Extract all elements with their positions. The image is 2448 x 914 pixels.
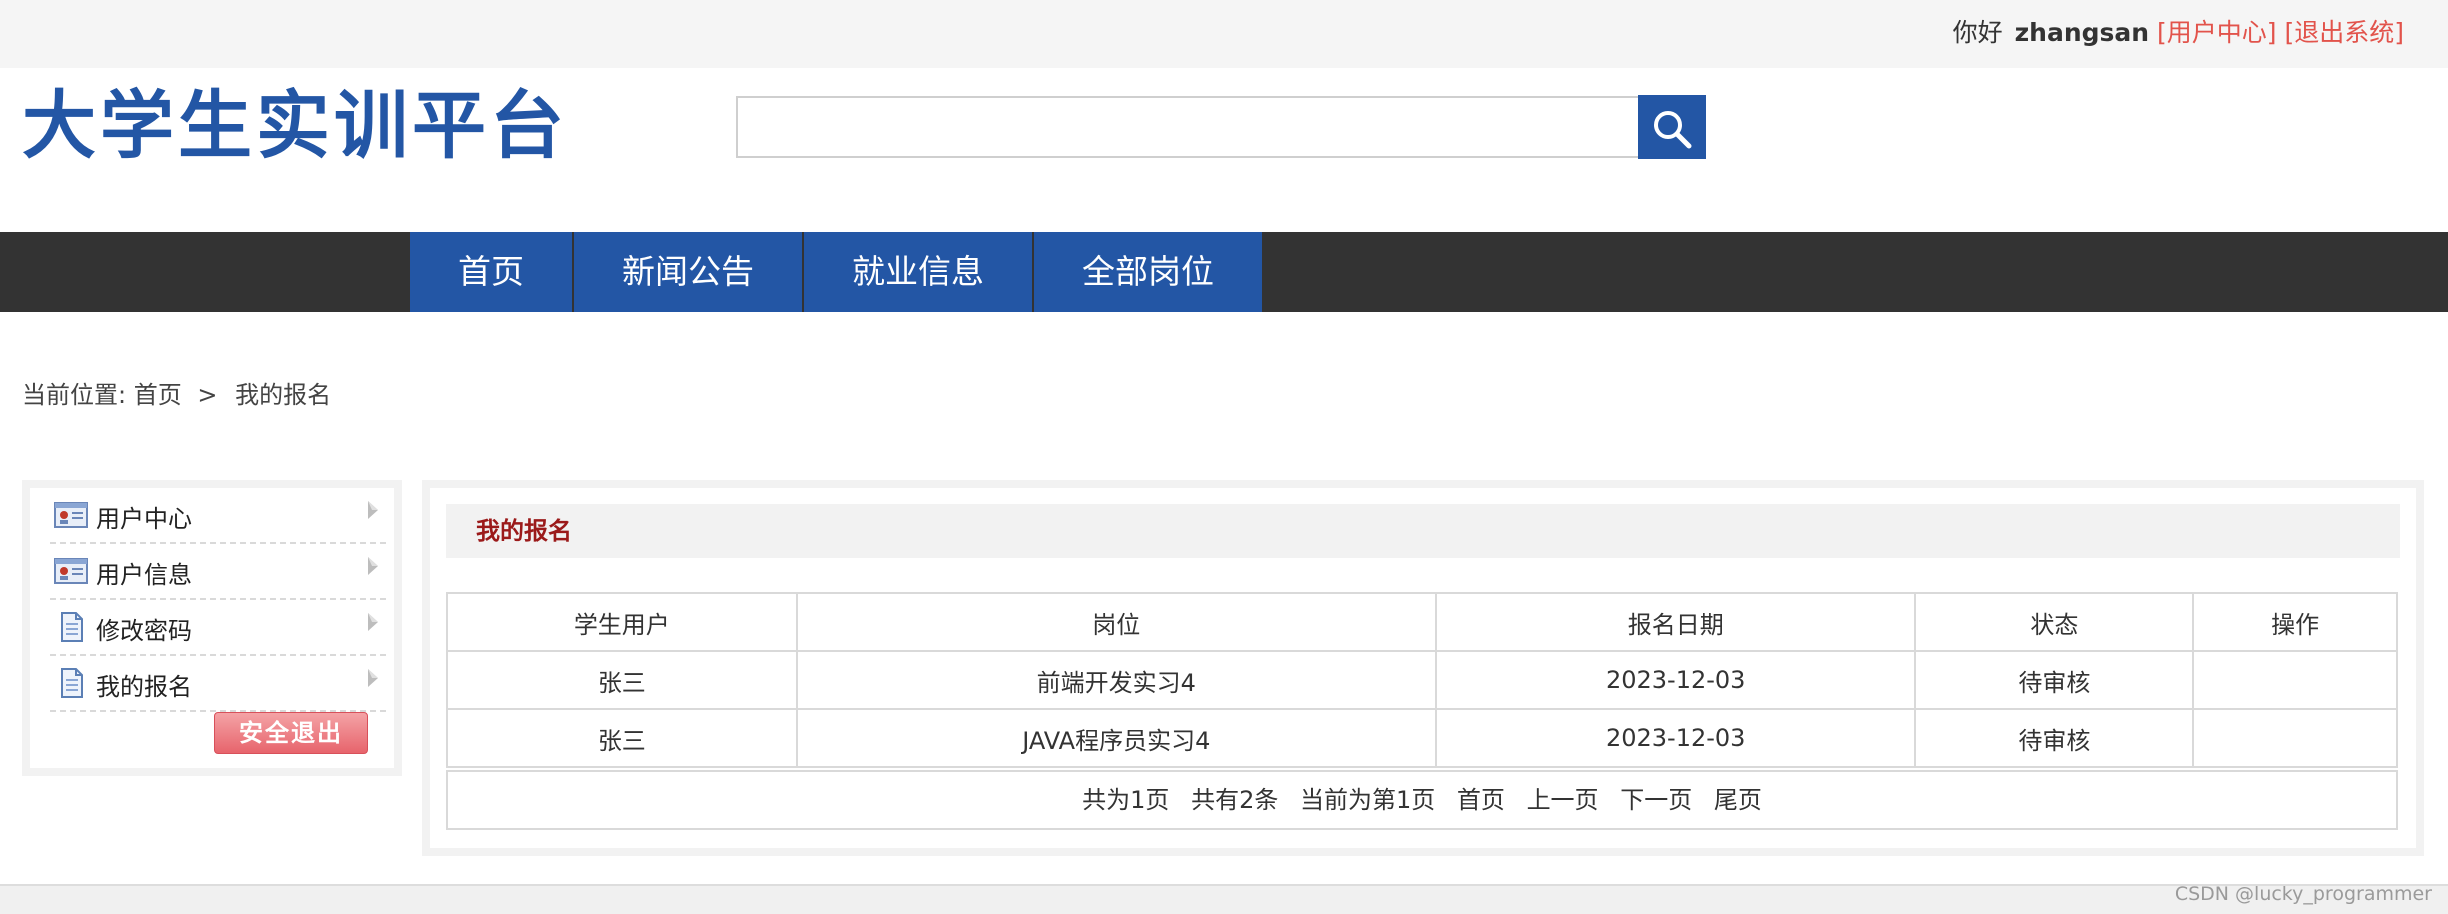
- pager-current-page: 当前为第1页: [1300, 786, 1436, 814]
- document-icon: [61, 612, 83, 642]
- cell-student: 张三: [446, 708, 798, 768]
- nav-item-all-positions[interactable]: 全部岗位: [1034, 232, 1262, 312]
- column-header-actions: 操作: [2192, 592, 2398, 652]
- pager-last-link[interactable]: 尾页: [1714, 786, 1762, 814]
- sidebar-item-label: 用户中心: [96, 505, 192, 533]
- panel-header: 我的报名: [446, 504, 2400, 558]
- nav-item-jobs-info[interactable]: 就业信息: [804, 232, 1032, 312]
- user-center-link[interactable]: [用户中心]: [2157, 18, 2277, 47]
- sidebar-item-change-password[interactable]: 修改密码: [50, 600, 386, 656]
- cell-actions: [2192, 650, 2398, 710]
- column-header-position: 岗位: [795, 592, 1437, 652]
- document-icon: [61, 668, 83, 698]
- breadcrumb: 当前位置: 首页 > 我的报名: [22, 378, 331, 412]
- id-card-icon: [54, 502, 88, 528]
- safe-logout-button[interactable]: 安全退出: [214, 712, 368, 754]
- search-button[interactable]: [1638, 95, 1706, 159]
- column-header-date: 报名日期: [1434, 592, 1917, 652]
- footer-strip: [0, 884, 2448, 914]
- breadcrumb-current: 我的报名: [235, 381, 332, 409]
- user-status: 你好 zhangsan [用户中心] [退出系统]: [1953, 16, 2404, 50]
- sidebar-item-label: 用户信息: [96, 561, 192, 589]
- sidebar-item-my-applications[interactable]: 我的报名: [50, 656, 386, 712]
- cell-date: 2023-12-03: [1434, 708, 1917, 768]
- cell-actions: [2192, 708, 2398, 768]
- pager-first-link[interactable]: 首页: [1457, 786, 1505, 814]
- search-input[interactable]: [736, 96, 1640, 158]
- id-card-icon: [54, 558, 88, 584]
- search-icon: [1654, 111, 1692, 149]
- cell-date: 2023-12-03: [1434, 650, 1917, 710]
- site-title: 大学生实训平台: [22, 83, 568, 169]
- chevron-right-icon: [368, 557, 378, 575]
- breadcrumb-prefix: 当前位置:: [22, 381, 127, 409]
- main-nav: 首页 新闻公告 就业信息 全部岗位: [0, 232, 2448, 312]
- user-sidebar: 用户中心 用户信息 修改密码 我的报名 安全退出: [22, 480, 402, 776]
- breadcrumb-separator: >: [197, 381, 218, 409]
- main-panel: 我的报名 学生用户 岗位 报名日期 状态 操作 张三 前端开发实习4 2023-…: [422, 480, 2424, 856]
- nav-item-home[interactable]: 首页: [410, 232, 572, 312]
- chevron-right-icon: [368, 669, 378, 687]
- top-bar: 你好 zhangsan [用户中心] [退出系统]: [0, 0, 2448, 68]
- pagination: 共为1页 共有2条 当前为第1页 首页 上一页 下一页 尾页: [446, 770, 2398, 830]
- sidebar-item-label: 我的报名: [96, 673, 192, 701]
- cell-status: 待审核: [1914, 708, 2195, 768]
- column-header-student: 学生用户: [446, 592, 798, 652]
- cell-position: 前端开发实习4: [795, 650, 1437, 710]
- chevron-right-icon: [368, 613, 378, 631]
- pager-prev-link[interactable]: 上一页: [1527, 786, 1599, 814]
- nav-item-news[interactable]: 新闻公告: [574, 232, 802, 312]
- table-row: 张三 前端开发实习4 2023-12-03 待审核: [446, 650, 2398, 710]
- username: zhangsan: [2014, 18, 2150, 47]
- panel-title: 我的报名: [476, 517, 572, 545]
- pager-total-pages: 共为1页: [1082, 786, 1170, 814]
- applications-table: 学生用户 岗位 报名日期 状态 操作 张三 前端开发实习4 2023-12-03…: [446, 592, 2398, 768]
- watermark: CSDN @lucky_programmer: [2174, 883, 2432, 905]
- table-row: 张三 JAVA程序员实习4 2023-12-03 待审核: [446, 708, 2398, 768]
- sidebar-item-user-info[interactable]: 用户信息: [50, 544, 386, 600]
- sidebar-item-label: 修改密码: [96, 617, 192, 645]
- breadcrumb-home[interactable]: 首页: [134, 381, 182, 409]
- pager-next-link[interactable]: 下一页: [1620, 786, 1692, 814]
- cell-student: 张三: [446, 650, 798, 710]
- column-header-status: 状态: [1914, 592, 2195, 652]
- pager-total-items: 共有2条: [1191, 786, 1279, 814]
- cell-position: JAVA程序员实习4: [795, 708, 1437, 768]
- table-header-row: 学生用户 岗位 报名日期 状态 操作: [446, 592, 2398, 652]
- chevron-right-icon: [368, 501, 378, 519]
- cell-status: 待审核: [1914, 650, 2195, 710]
- greeting-text: 你好: [1952, 18, 2003, 47]
- sidebar-item-user-center[interactable]: 用户中心: [50, 488, 386, 544]
- logout-link[interactable]: [退出系统]: [2284, 18, 2404, 47]
